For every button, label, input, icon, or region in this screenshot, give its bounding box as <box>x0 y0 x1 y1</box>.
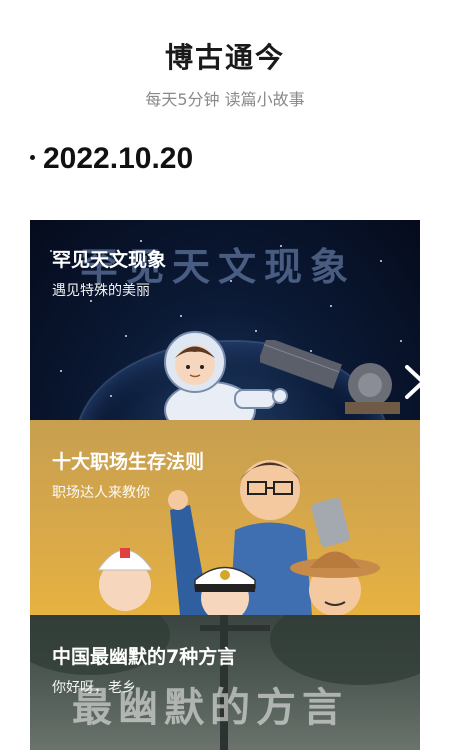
card-subtitle: 职场达人来教你 <box>52 485 150 501</box>
story-card-workplace[interactable]: 十大职场生存法则 职场达人来教你 <box>30 420 420 615</box>
card-subtitle: 你好呀，老乡 <box>52 680 136 696</box>
date-heading: 2022.10.20 <box>30 142 193 176</box>
chevron-right-icon[interactable] <box>398 362 432 402</box>
bullet-dot <box>30 154 35 160</box>
page-title: 博古通今 <box>164 41 285 74</box>
card-subtitle: 遇见特殊的美丽 <box>52 283 150 299</box>
card-title: 罕见天文现象 <box>52 249 167 271</box>
story-card-astronomy[interactable]: 罕见天文现象 罕见天文现象 遇见特殊的美丽 <box>30 220 420 420</box>
date-text: 2022.10.20 <box>43 142 194 175</box>
story-card-dialect[interactable]: 最幽默的方言 中国最幽默的7种方言 你好呀，老乡 <box>30 615 420 750</box>
story-page: 博古通今 每天5分钟 读篇小故事 2022.10.20 罕见天文现象 罕见天文现… <box>0 0 450 750</box>
card-label: 十大职场生存法则 职场达人来教你 <box>52 450 204 502</box>
page-subtitle: 每天5分钟 读篇小故事 <box>145 90 305 109</box>
satellite-illustration <box>260 340 400 414</box>
card-label: 中国最幽默的7种方言 你好呀，老乡 <box>52 645 236 697</box>
card-title: 十大职场生存法则 <box>52 451 205 473</box>
card-title: 中国最幽默的7种方言 <box>52 646 237 668</box>
card-label: 罕见天文现象 遇见特殊的美丽 <box>52 248 166 300</box>
